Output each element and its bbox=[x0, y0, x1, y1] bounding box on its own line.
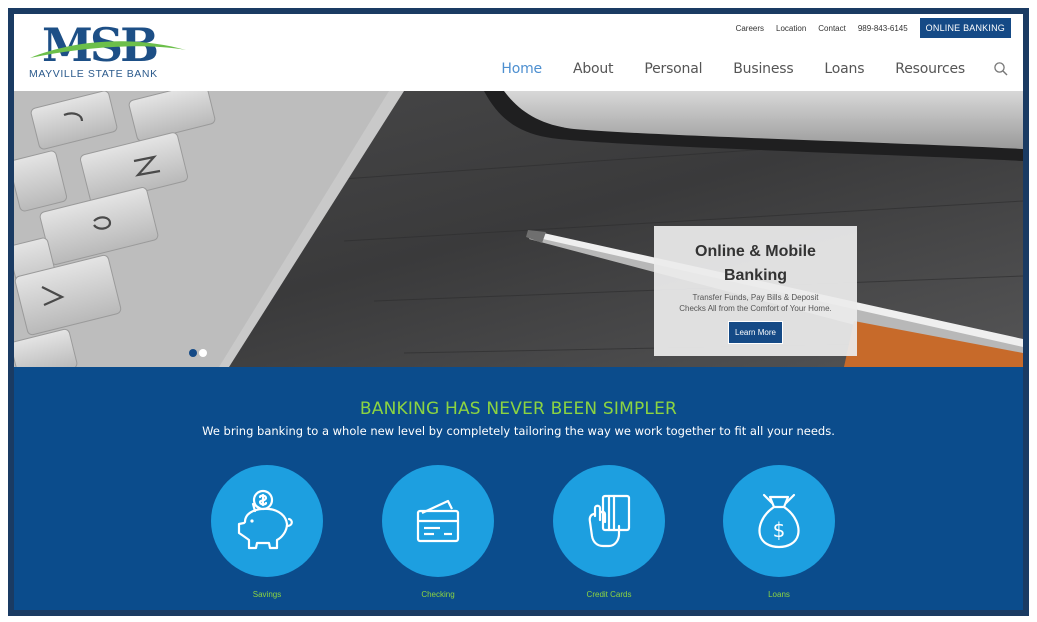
service-loans-circle[interactable]: $ bbox=[723, 465, 835, 577]
service-credit-cards-circle[interactable] bbox=[553, 465, 665, 577]
nav-resources[interactable]: Resources bbox=[895, 61, 965, 77]
site-logo[interactable]: MSB MAYVILLE STATE BANK bbox=[28, 20, 188, 80]
piggy-bank-icon bbox=[237, 489, 293, 550]
service-checking[interactable]: Checking bbox=[382, 465, 494, 599]
online-banking-button[interactable]: ONLINE BANKING bbox=[919, 18, 1011, 38]
service-credit-cards[interactable]: Credit Cards bbox=[553, 465, 665, 599]
promo-card: Online & Mobile Banking Transfer Funds, … bbox=[654, 226, 857, 356]
logo-bank-name: MAYVILLE STATE BANK bbox=[29, 68, 158, 80]
browser-frame: MSB MAYVILLE STATE BANK Careers Location… bbox=[8, 8, 1029, 616]
util-contact-link[interactable]: Contact bbox=[818, 24, 846, 33]
section-headline: BANKING HAS NEVER BEEN SIMPLER bbox=[359, 399, 678, 419]
service-credit-cards-label: Credit Cards bbox=[586, 590, 632, 599]
nav-about[interactable]: About bbox=[573, 61, 614, 77]
svg-text:$: $ bbox=[773, 518, 786, 542]
util-careers-link[interactable]: Careers bbox=[736, 24, 764, 33]
promo-title-line1: Online & Mobile bbox=[695, 243, 816, 260]
nav-loans[interactable]: Loans bbox=[824, 61, 864, 77]
slide-dot-2[interactable] bbox=[199, 349, 207, 357]
service-loans-label: Loans bbox=[768, 590, 790, 599]
service-loans[interactable]: $ Loans bbox=[723, 465, 835, 599]
slide-dot-1[interactable] bbox=[189, 349, 197, 357]
services-section: BANKING HAS NEVER BEEN SIMPLER We bring … bbox=[14, 367, 1023, 610]
money-bag-icon: $ bbox=[758, 493, 800, 549]
util-location-link[interactable]: Location bbox=[776, 24, 806, 33]
service-savings-label: Savings bbox=[252, 590, 282, 599]
promo-title-line2: Banking bbox=[723, 267, 788, 284]
promo-text-line1: Transfer Funds, Pay Bills & Deposit bbox=[692, 293, 819, 302]
service-savings-circle[interactable] bbox=[211, 465, 323, 577]
msb-logo-mark: MSB bbox=[30, 20, 186, 68]
service-savings[interactable]: Savings bbox=[211, 465, 323, 599]
learn-more-button[interactable]: Learn More bbox=[728, 321, 783, 344]
service-checking-circle[interactable] bbox=[382, 465, 494, 577]
site-header: MSB MAYVILLE STATE BANK Careers Location… bbox=[14, 14, 1023, 91]
promo-text-line2: Checks All from the Comfort of Your Home… bbox=[679, 304, 832, 313]
card-hand-icon bbox=[588, 494, 631, 548]
hero-image bbox=[14, 91, 1023, 367]
search-icon[interactable] bbox=[993, 61, 1009, 77]
nav-personal[interactable]: Personal bbox=[644, 61, 702, 77]
service-checking-label: Checking bbox=[421, 590, 455, 599]
hero-slider: Online & Mobile Banking Transfer Funds, … bbox=[14, 91, 1023, 367]
main-nav: Home About Personal Business Loans Resou… bbox=[470, 61, 1009, 77]
slider-dots bbox=[189, 349, 209, 357]
nav-business[interactable]: Business bbox=[733, 61, 793, 77]
checkbook-icon bbox=[416, 499, 460, 543]
util-phone-link[interactable]: 989-843-6145 bbox=[858, 24, 908, 33]
nav-home[interactable]: Home bbox=[501, 61, 542, 77]
utility-nav: Careers Location Contact 989-843-6145 ON… bbox=[724, 18, 1011, 38]
section-subline: We bring banking to a whole new level by… bbox=[202, 424, 835, 438]
